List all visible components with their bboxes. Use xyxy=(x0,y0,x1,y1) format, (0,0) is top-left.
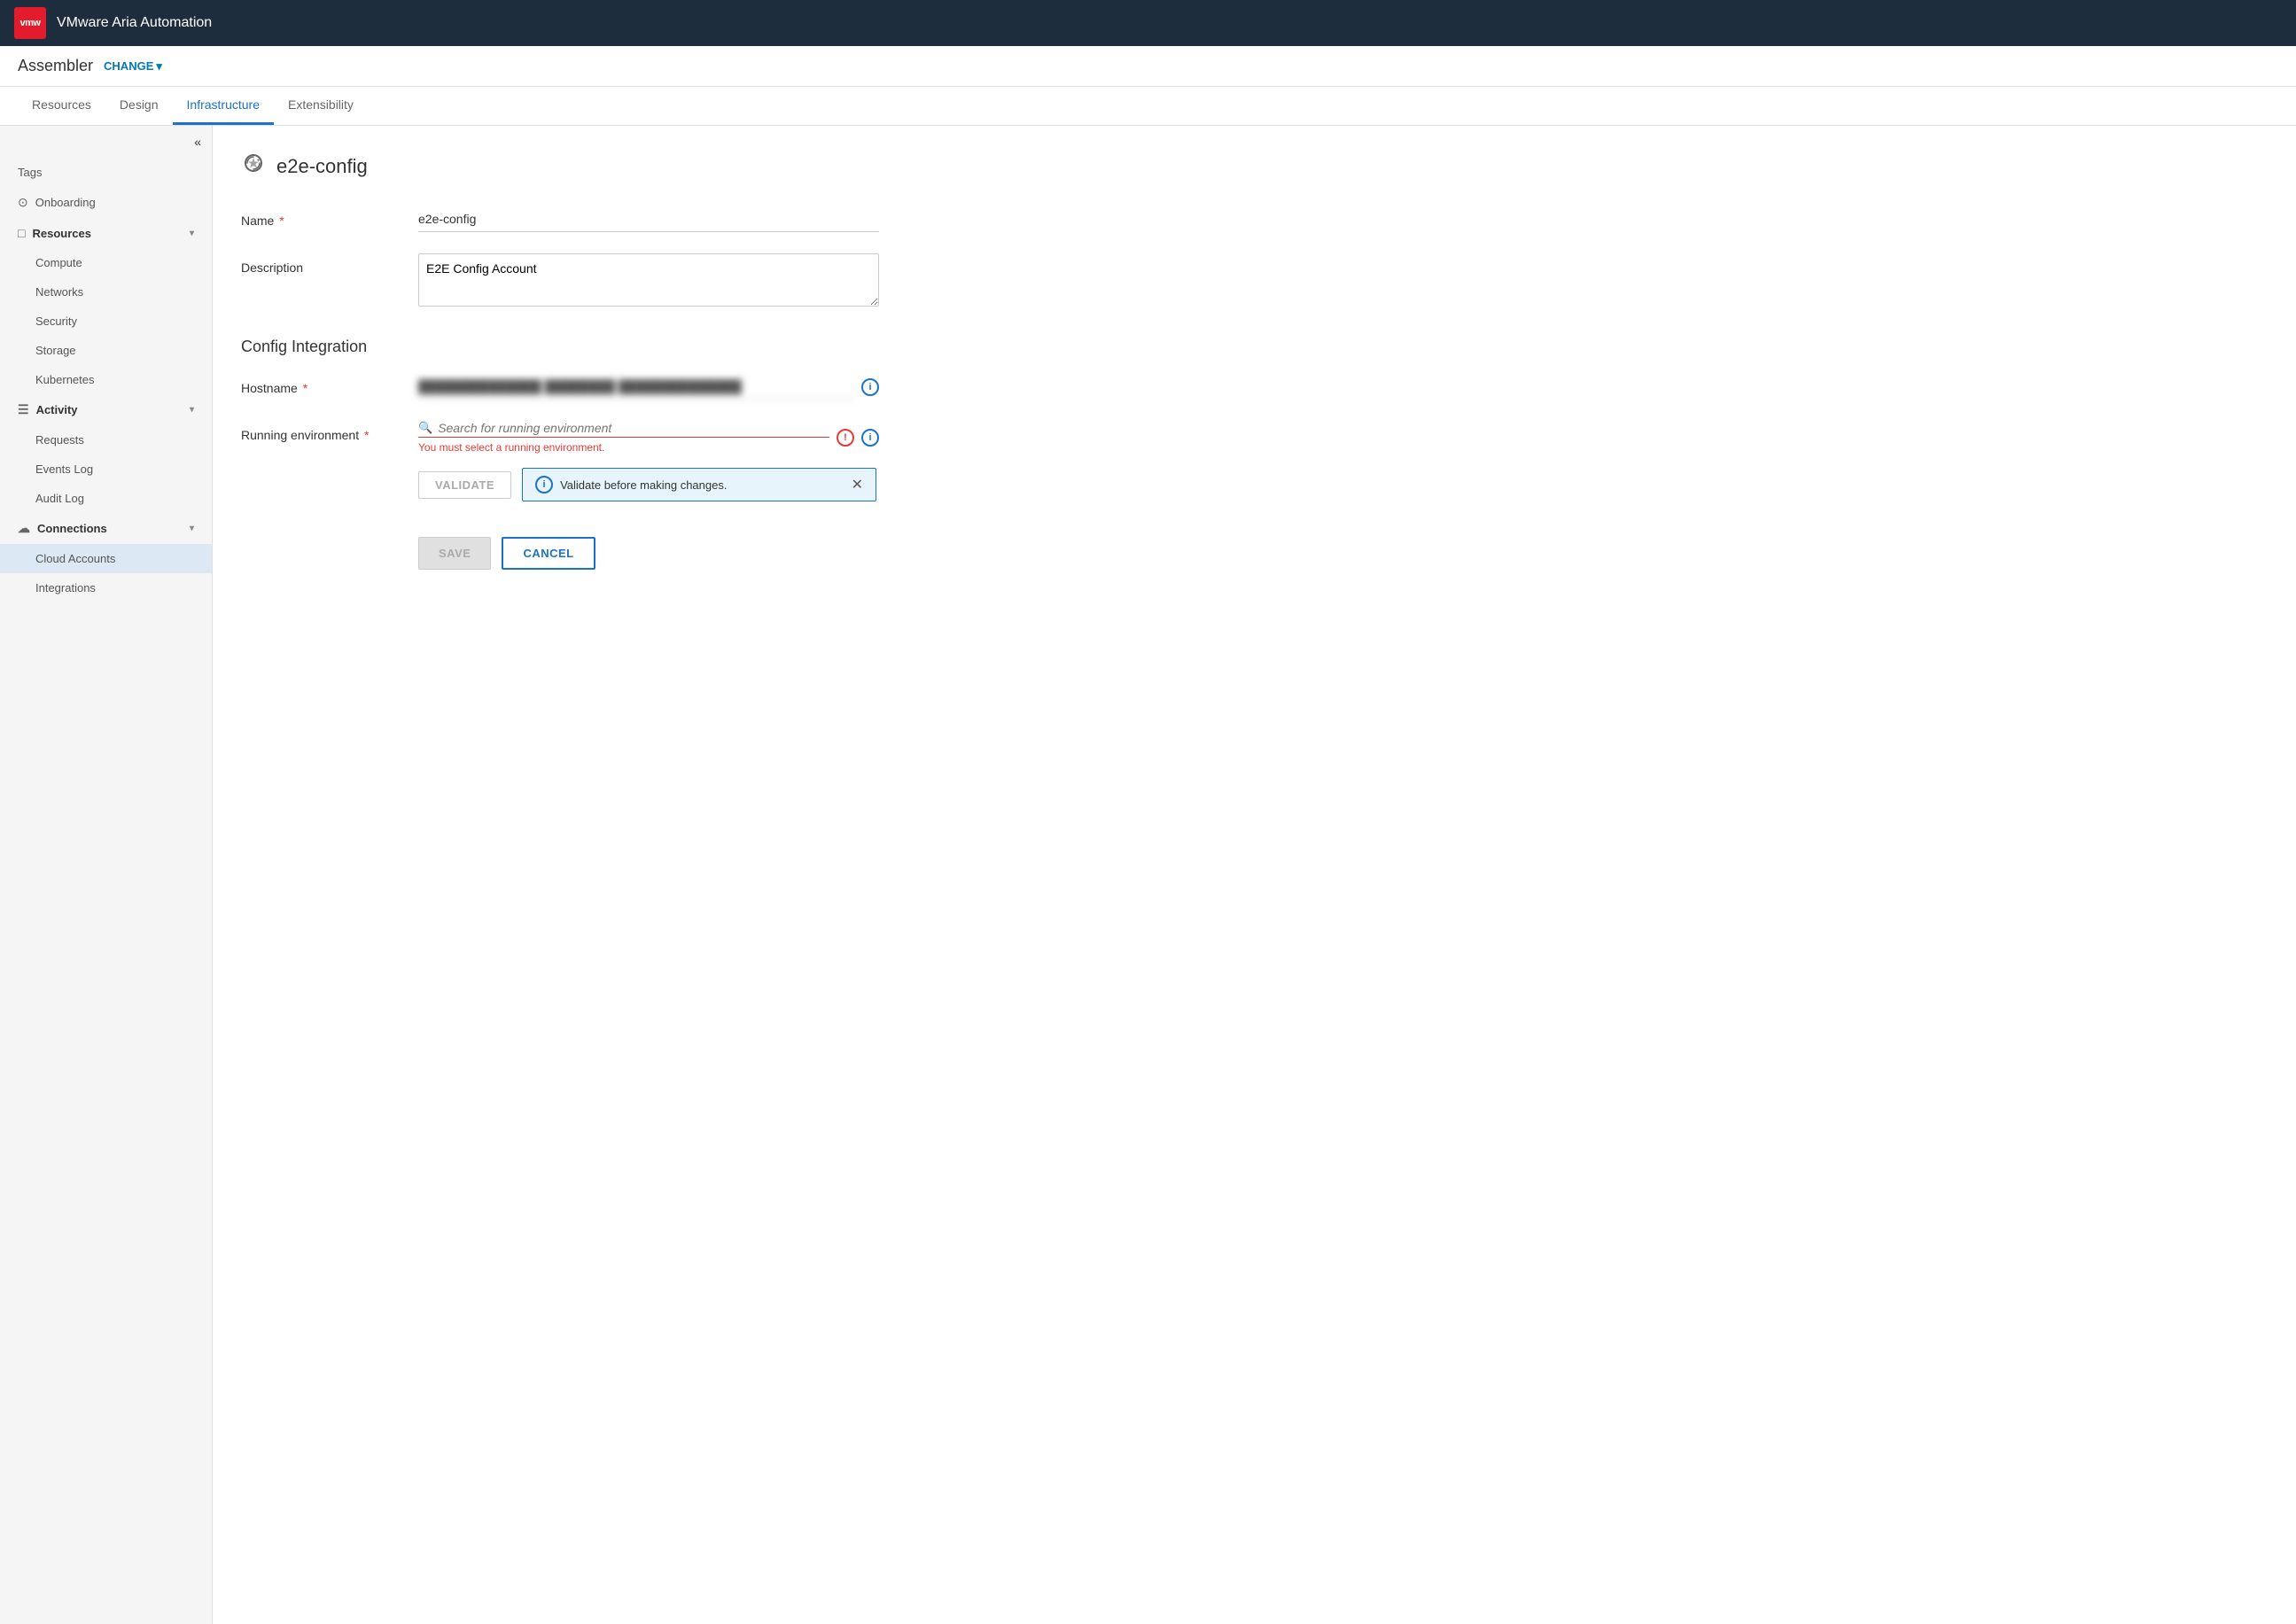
description-textarea[interactable]: E2E Config Account xyxy=(418,253,879,307)
app-title: VMware Aria Automation xyxy=(57,15,212,31)
validate-section: VALIDATE i Validate before making change… xyxy=(418,468,879,501)
content-area: e2e-config Name * Description E2E Config… xyxy=(213,126,2296,1624)
page-header: e2e-config xyxy=(241,151,2268,182)
validate-info-close-button[interactable]: ✕ xyxy=(852,476,863,493)
sidebar-item-integrations[interactable]: Integrations xyxy=(0,573,212,602)
form-group-description: Description E2E Config Account xyxy=(241,253,2268,309)
running-env-required-star: * xyxy=(364,428,369,442)
activity-expand-icon: ▾ xyxy=(190,405,194,415)
name-required-star: * xyxy=(279,214,284,228)
sidebar-item-compute[interactable]: Compute xyxy=(0,248,212,277)
assembler-name: Assembler xyxy=(18,57,93,75)
validate-button[interactable]: VALIDATE xyxy=(418,471,511,499)
form-group-name: Name * xyxy=(241,206,2268,232)
sidebar-item-requests[interactable]: Requests xyxy=(0,425,212,455)
connections-expand-icon: ▾ xyxy=(190,524,194,533)
running-env-label: Running environment * xyxy=(241,421,418,442)
sidebar-item-storage[interactable]: Storage xyxy=(0,336,212,365)
hostname-required-star: * xyxy=(303,381,307,395)
validate-info-text: Validate before making changes. xyxy=(560,478,727,492)
main-layout: « Tags ⊙ Onboarding □ Resources ▾ Comput… xyxy=(0,126,2296,1624)
top-header: vmw VMware Aria Automation xyxy=(0,0,2296,46)
description-label: Description xyxy=(241,253,418,275)
sidebar-item-kubernetes[interactable]: Kubernetes xyxy=(0,365,212,394)
search-icon: 🔍 xyxy=(418,421,432,435)
form-group-hostname: Hostname * ██████████████ ████████ █████… xyxy=(241,374,2268,400)
tab-infrastructure[interactable]: Infrastructure xyxy=(173,87,274,125)
tab-design[interactable]: Design xyxy=(105,87,173,125)
running-env-search-input[interactable] xyxy=(438,421,829,435)
running-env-error-icon: ! xyxy=(837,429,854,447)
onboarding-icon: ⊙ xyxy=(18,195,28,210)
hostname-info-icon[interactable]: i xyxy=(861,378,879,396)
sidebar-item-events-log[interactable]: Events Log xyxy=(0,455,212,484)
name-input[interactable] xyxy=(418,206,879,232)
page-header-icon xyxy=(241,151,266,182)
nav-tabs: Resources Design Infrastructure Extensib… xyxy=(0,87,2296,126)
cancel-button[interactable]: CANCEL xyxy=(502,537,595,570)
name-control xyxy=(418,206,879,232)
sidebar-collapse-button[interactable]: « xyxy=(0,126,212,158)
running-env-search-wrapper: 🔍 xyxy=(418,421,829,438)
resources-icon: □ xyxy=(18,226,25,240)
hostname-value: ██████████████ ████████ ██████████████ xyxy=(418,374,854,400)
name-label: Name * xyxy=(241,206,418,228)
running-env-info-icon[interactable]: i xyxy=(861,429,879,447)
running-env-error: You must select a running environment. xyxy=(418,441,829,454)
sidebar: « Tags ⊙ Onboarding □ Resources ▾ Comput… xyxy=(0,126,213,1624)
sidebar-item-audit-log[interactable]: Audit Log xyxy=(0,484,212,513)
description-control: E2E Config Account xyxy=(418,253,879,309)
sidebar-item-connections[interactable]: ☁ Connections ▾ xyxy=(0,513,212,544)
hostname-input-wrapper: ██████████████ ████████ ██████████████ i xyxy=(418,374,879,400)
form-actions: SAVE CANCEL xyxy=(241,537,2268,570)
running-env-control: 🔍 You must select a running environment.… xyxy=(418,421,879,501)
config-integration-title: Config Integration xyxy=(241,338,2268,356)
change-button[interactable]: CHANGE ▾ xyxy=(104,59,162,74)
sidebar-item-onboarding[interactable]: ⊙ Onboarding xyxy=(0,187,212,218)
tab-extensibility[interactable]: Extensibility xyxy=(274,87,368,125)
sidebar-item-networks[interactable]: Networks xyxy=(0,277,212,307)
resources-expand-icon: ▾ xyxy=(190,229,194,238)
sidebar-item-tags[interactable]: Tags xyxy=(0,158,212,187)
sidebar-item-activity[interactable]: ☰ Activity ▾ xyxy=(0,394,212,425)
sidebar-item-cloud-accounts[interactable]: Cloud Accounts xyxy=(0,544,212,573)
page-title: e2e-config xyxy=(276,155,368,178)
sidebar-item-resources[interactable]: □ Resources ▾ xyxy=(0,218,212,248)
save-button[interactable]: SAVE xyxy=(418,537,491,570)
validate-info-icon: i xyxy=(535,476,553,493)
validate-info-box: i Validate before making changes. ✕ xyxy=(522,468,876,501)
activity-icon: ☰ xyxy=(18,402,29,417)
form-group-running-env: Running environment * 🔍 You must select … xyxy=(241,421,2268,501)
tab-resources[interactable]: Resources xyxy=(18,87,105,125)
vmw-logo: vmw xyxy=(14,7,46,39)
hostname-control: ██████████████ ████████ ██████████████ i xyxy=(418,374,879,400)
assembler-bar: Assembler CHANGE ▾ xyxy=(0,46,2296,87)
sidebar-item-security[interactable]: Security xyxy=(0,307,212,336)
hostname-label: Hostname * xyxy=(241,374,418,395)
connections-icon: ☁ xyxy=(18,521,30,536)
